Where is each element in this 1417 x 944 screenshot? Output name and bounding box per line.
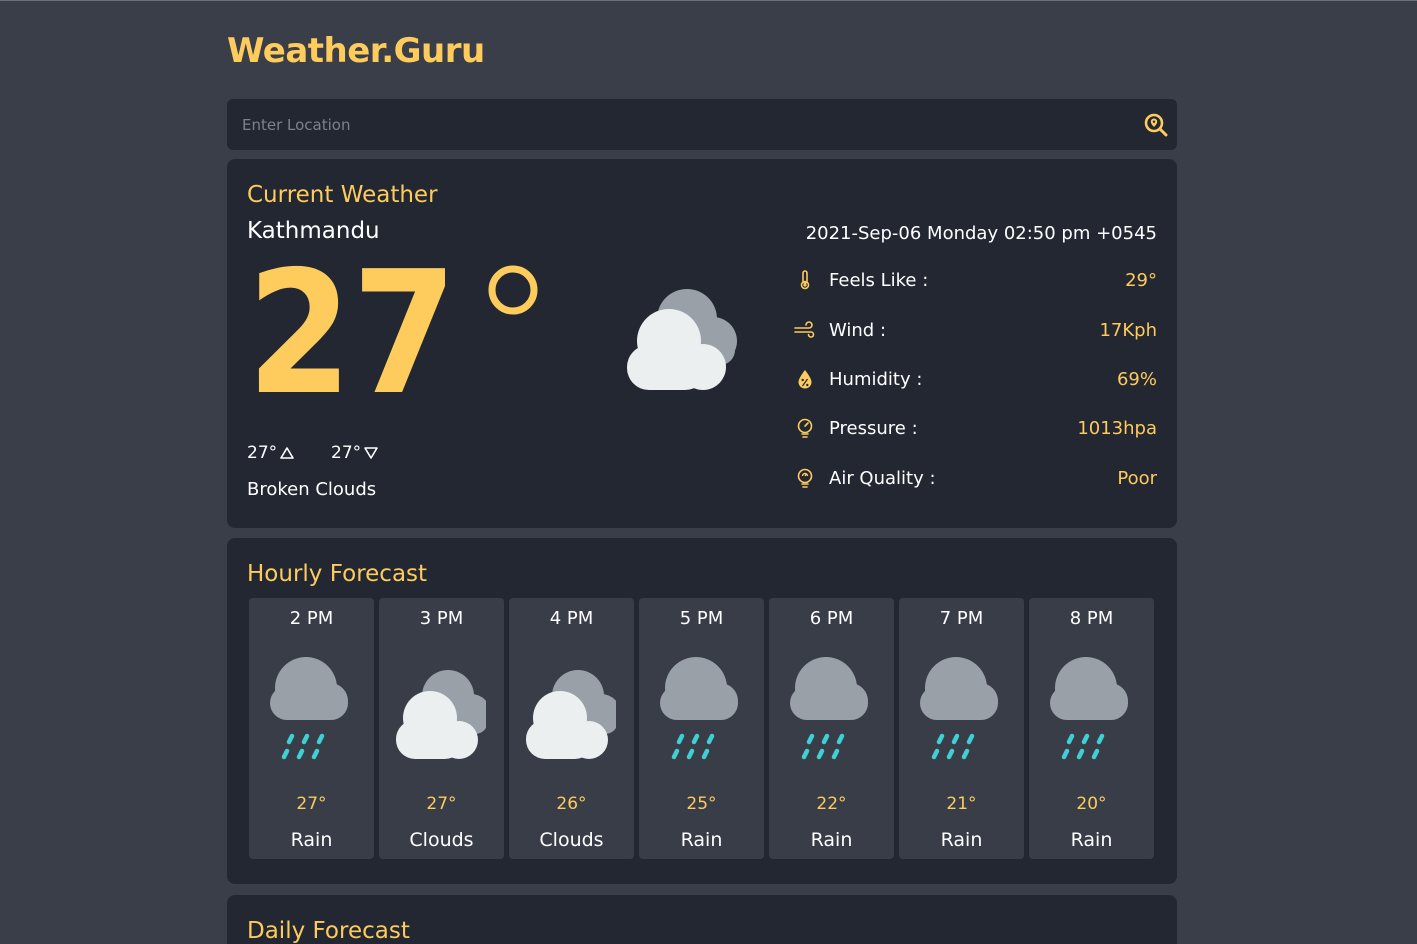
stat-feels-like: Feels Like : 29°	[794, 265, 1157, 295]
hourly-item[interactable]: 4 PM 26° Clouds	[509, 598, 634, 859]
temp-high-value: 27°	[247, 443, 278, 463]
hour-desc: Rain	[940, 829, 983, 851]
location-search-input[interactable]	[227, 99, 1127, 150]
hour-time: 7 PM	[939, 608, 984, 629]
current-temperature: 27	[247, 264, 538, 404]
hour-temp: 27°	[296, 794, 327, 814]
rain-icon	[656, 656, 746, 766]
hour-time: 6 PM	[809, 608, 854, 629]
stat-label: Wind :	[829, 319, 887, 341]
hour-temp: 25°	[686, 794, 717, 814]
rain-icon	[266, 656, 356, 766]
stat-label: Feels Like :	[829, 269, 929, 291]
air-quality-icon	[794, 467, 816, 489]
brand-logo[interactable]: Weather.Guru	[227, 31, 485, 71]
stat-humidity: Humidity : 69%	[794, 364, 1157, 394]
current-weather-card: Current Weather Kathmandu 2021-Sep-06 Mo…	[227, 159, 1177, 528]
stat-label: Pressure :	[829, 417, 918, 439]
arrow-down-triangle-icon	[364, 447, 378, 459]
broken-clouds-icon	[627, 289, 737, 390]
hourly-forecast-card: Hourly Forecast 2 PM 27° Rain 3 PM 27° C…	[227, 538, 1177, 884]
hour-desc: Clouds	[409, 829, 474, 851]
hour-time: 5 PM	[679, 608, 724, 629]
clouds-icon	[396, 656, 491, 766]
search-location-icon[interactable]	[1143, 112, 1169, 138]
humidity-drop-icon	[794, 368, 816, 390]
wind-icon	[794, 319, 816, 341]
stat-air-quality: Air Quality : Poor	[794, 463, 1157, 493]
pressure-gauge-icon	[794, 417, 816, 439]
temp-low: 27°	[331, 443, 379, 463]
hour-temp: 20°	[1076, 794, 1107, 814]
stat-label: Humidity :	[829, 368, 923, 390]
daily-forecast-card: Daily Forecast	[227, 895, 1177, 944]
rain-icon	[916, 656, 1006, 766]
hour-time: 4 PM	[549, 608, 594, 629]
stat-pressure: Pressure : 1013hpa	[794, 413, 1157, 443]
search-bar	[227, 99, 1177, 150]
hour-temp: 21°	[946, 794, 977, 814]
clouds-icon	[526, 656, 621, 766]
hour-time: 3 PM	[419, 608, 464, 629]
stat-wind: Wind : 17Kph	[794, 315, 1157, 345]
hour-temp: 26°	[556, 794, 587, 814]
hourly-item[interactable]: 5 PM 25° Rain	[639, 598, 764, 859]
hour-desc: Rain	[1070, 829, 1113, 851]
hourly-forecast-title: Hourly Forecast	[247, 561, 428, 587]
thermometer-icon	[794, 269, 816, 291]
hour-desc: Clouds	[539, 829, 604, 851]
weather-description: Broken Clouds	[247, 479, 377, 500]
hour-time: 8 PM	[1069, 608, 1114, 629]
current-datetime: 2021-Sep-06 Monday 02:50 pm +0545	[805, 223, 1157, 244]
current-weather-title: Current Weather	[247, 182, 438, 208]
hour-temp: 27°	[426, 794, 457, 814]
hour-desc: Rain	[290, 829, 333, 851]
hour-time: 2 PM	[289, 608, 334, 629]
arrow-up-triangle-icon	[280, 447, 294, 459]
stat-value: 17Kph	[1099, 319, 1157, 341]
stat-value: 69%	[1116, 368, 1157, 390]
hour-desc: Rain	[680, 829, 723, 851]
daily-forecast-title: Daily Forecast	[247, 918, 410, 944]
hourly-item[interactable]: 6 PM 22° Rain	[769, 598, 894, 859]
hourly-item[interactable]: 2 PM 27° Rain	[249, 598, 374, 859]
temp-low-value: 27°	[331, 443, 362, 463]
hourly-item[interactable]: 7 PM 21° Rain	[899, 598, 1024, 859]
hour-desc: Rain	[810, 829, 853, 851]
location-name: Kathmandu	[247, 218, 380, 244]
rain-icon	[1046, 656, 1136, 766]
rain-icon	[786, 656, 876, 766]
stat-value: 1013hpa	[1077, 417, 1157, 439]
current-temperature-value: 27	[247, 264, 457, 404]
temp-high: 27°	[247, 443, 295, 463]
stat-value: Poor	[1117, 467, 1157, 489]
hourly-list: 2 PM 27° Rain 3 PM 27° Clouds 4 PM 26° C…	[249, 598, 1154, 859]
stat-value: 29°	[1125, 269, 1157, 291]
hourly-item[interactable]: 8 PM 20° Rain	[1029, 598, 1154, 859]
stat-label: Air Quality :	[829, 467, 936, 489]
hourly-item[interactable]: 3 PM 27° Clouds	[379, 598, 504, 859]
hour-temp: 22°	[816, 794, 847, 814]
